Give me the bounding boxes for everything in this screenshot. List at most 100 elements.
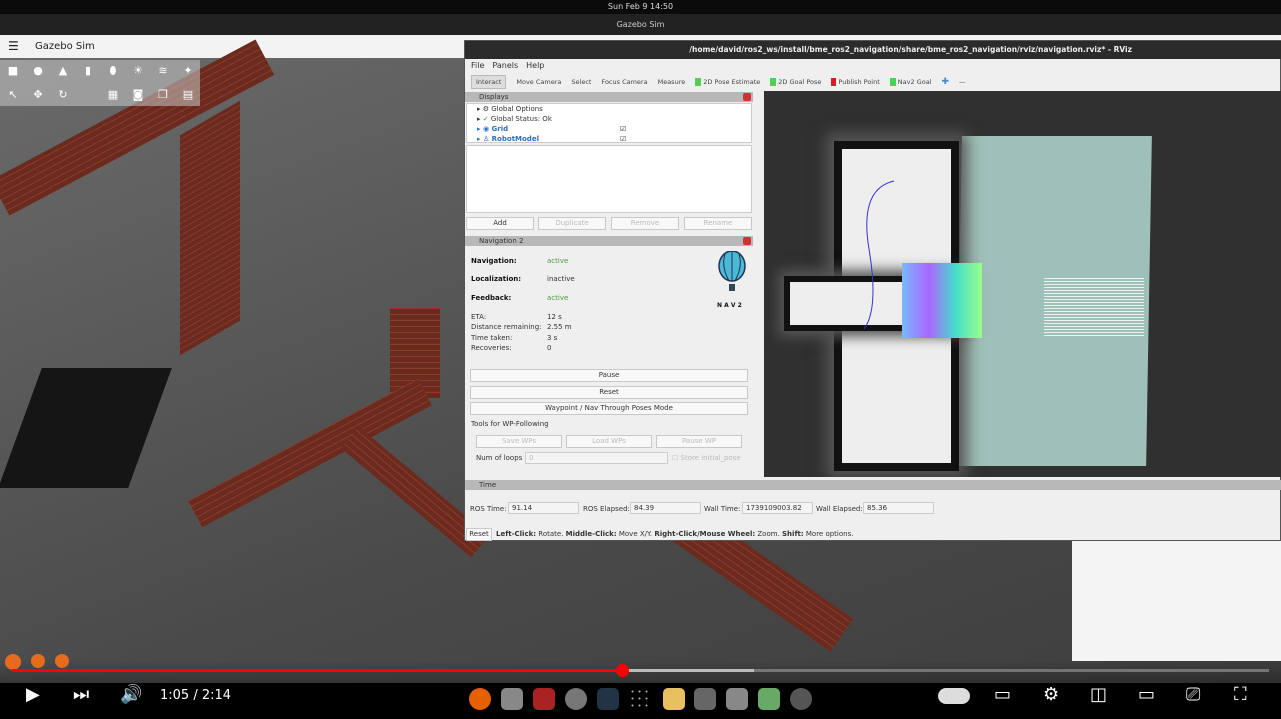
wall-time-label: Wall Time: (704, 505, 741, 513)
editor-icon[interactable] (663, 688, 685, 710)
gazebo-window-title: Gazebo Sim (0, 14, 1281, 35)
distance-label: Distance remaining: (471, 323, 542, 331)
pause-button[interactable]: Pause (470, 369, 748, 382)
remove-button[interactable]: Remove (611, 217, 679, 230)
tool-interact[interactable]: Interact (471, 74, 507, 89)
time-taken-value: 3 s (547, 334, 558, 342)
store-initial-pose-checkbox[interactable]: ☐ Store initial_pose (672, 454, 741, 462)
menu-file[interactable]: File (471, 59, 484, 72)
scrubber-handle[interactable] (615, 664, 629, 677)
tool-select[interactable]: Select (571, 78, 591, 86)
theater-mode-icon[interactable]: ▭ (1138, 684, 1155, 705)
tool-move-camera[interactable]: Move Camera (516, 78, 561, 86)
app-grid-icon[interactable] (629, 688, 651, 710)
menu-panels[interactable]: Panels (492, 59, 518, 72)
nav2-panel-header: Navigation 2 (465, 236, 753, 246)
status-reset-button[interactable]: Reset (466, 528, 492, 541)
system-monitor-icon[interactable] (597, 688, 619, 710)
display-item-robotmodel[interactable]: ▸ ♙ RobotModel (477, 135, 539, 143)
tool-publish-point[interactable]: Publish Point (831, 77, 880, 86)
wall-elapsed-field[interactable]: 85.36 (863, 502, 934, 514)
files-icon[interactable] (501, 688, 523, 710)
ros-time-field[interactable]: 91.14 (508, 502, 579, 514)
menu-bar: File Panels Help (465, 59, 1281, 72)
copy-icon[interactable]: ❐ (157, 89, 169, 101)
ros-elapsed-field[interactable]: 84.39 (630, 502, 701, 514)
nav2-balloon-logo-icon (718, 251, 746, 291)
add-button[interactable]: Add (466, 217, 534, 230)
rviz-3d-view[interactable] (764, 91, 1281, 477)
app-icon[interactable] (533, 688, 555, 710)
navigation-status: active (547, 257, 569, 265)
progress-bar[interactable] (12, 664, 1269, 677)
robotmodel-checkbox[interactable]: ☑ (620, 135, 626, 143)
miniplayer-icon[interactable]: ◫ (1090, 684, 1107, 705)
fullscreen-icon[interactable]: ⛶ (1234, 684, 1247, 705)
planned-path (863, 180, 895, 330)
ros-time-label: ROS Time: (470, 505, 507, 513)
gazebo-dock-icon[interactable] (694, 688, 716, 710)
menu-help[interactable]: Help (526, 59, 544, 72)
settings-gear-icon[interactable]: ⚙ (1043, 684, 1059, 705)
add-tool-icon[interactable]: ✚ (941, 77, 949, 87)
airplay-icon[interactable]: ⎚ (1186, 684, 1200, 705)
displays-panel-header: Displays (465, 92, 753, 102)
tool-2d-pose-estimate[interactable]: 2D Pose Estimate (695, 77, 760, 86)
time-taken-label: Time taken: (471, 334, 513, 342)
tool-2d-goal-pose[interactable]: 2D Goal Pose (770, 77, 821, 86)
play-icon[interactable]: ▶ (26, 684, 40, 705)
close-icon[interactable] (743, 93, 751, 101)
duplicate-button[interactable]: Duplicate (538, 217, 606, 230)
nav2-title: Navigation 2 (479, 237, 524, 245)
navigation-label: Navigation: (471, 257, 517, 265)
pause-wp-button[interactable]: Pause WP (656, 435, 742, 448)
spot-light-icon[interactable]: ✦ (182, 65, 194, 77)
waypoint-mode-button[interactable]: Waypoint / Nav Through Poses Mode (470, 402, 748, 415)
step-sim-icon[interactable] (31, 654, 45, 668)
translate-icon[interactable]: ✥ (32, 89, 44, 101)
box-icon[interactable]: ■ (7, 65, 19, 77)
sphere-icon[interactable]: ● (32, 65, 44, 77)
hamburger-menu-icon[interactable]: ☰ (8, 35, 19, 58)
cone-icon[interactable]: ▲ (57, 65, 69, 77)
capsule-icon[interactable]: ⬮ (107, 65, 119, 77)
volume-icon[interactable]: 🔊 (120, 684, 142, 705)
system-top-bar: Sun Feb 9 14:50 (0, 0, 1281, 14)
num-loops-label: Num of loops (476, 454, 523, 462)
sun-light-icon[interactable]: ☀ (132, 65, 144, 77)
wall-time-field[interactable]: 1739109003.82 (742, 502, 813, 514)
subtitles-icon[interactable]: ▭ (994, 684, 1011, 705)
save-wps-button[interactable]: Save WPs (476, 435, 562, 448)
grid-checkbox[interactable]: ☑ (620, 125, 626, 133)
ros-icon[interactable] (790, 688, 812, 710)
rotate-icon[interactable]: ↻ (57, 89, 69, 101)
autoplay-toggle[interactable] (938, 688, 970, 704)
rename-button[interactable]: Rename (684, 217, 752, 230)
display-item-grid[interactable]: ▸ ◉ Grid (477, 125, 508, 133)
firefox-icon[interactable] (469, 688, 491, 710)
settings-app-icon[interactable] (565, 688, 587, 710)
rviz-dock-icon[interactable] (726, 688, 748, 710)
directional-light-icon[interactable]: ≋ (157, 65, 169, 77)
reset-button[interactable]: Reset (470, 386, 748, 399)
cylinder-icon[interactable]: ▮ (82, 65, 94, 77)
tool-measure[interactable]: Measure (658, 78, 686, 86)
video-time: 1:05 / 2:14 (160, 688, 232, 703)
tool-nav2-goal[interactable]: Nav2 Goal (889, 77, 931, 86)
reset-sim-icon[interactable] (55, 654, 69, 668)
select-icon[interactable]: ↖ (7, 89, 19, 101)
display-item-global-options[interactable]: ▸ ⚙ Global Options (477, 105, 543, 113)
nav2-logo-text: N A V 2 (717, 302, 742, 309)
remove-tool-icon[interactable]: — (959, 78, 966, 86)
load-wps-button[interactable]: Load WPs (566, 435, 652, 448)
paste-icon[interactable]: ▤ (182, 89, 194, 101)
pause-sim-icon[interactable] (5, 654, 21, 670)
display-item-global-status[interactable]: ▸ ✓ Global Status: Ok (477, 115, 552, 123)
num-loops-input[interactable]: 0 (525, 452, 668, 464)
tool-focus-camera[interactable]: Focus Camera (601, 78, 647, 86)
close-icon[interactable] (743, 237, 751, 245)
camera-icon[interactable]: ◙ (132, 89, 144, 101)
trash-icon[interactable] (758, 688, 780, 710)
next-icon[interactable]: ⏭ (73, 684, 89, 705)
grid-snap-icon[interactable]: ▦ (107, 89, 119, 101)
